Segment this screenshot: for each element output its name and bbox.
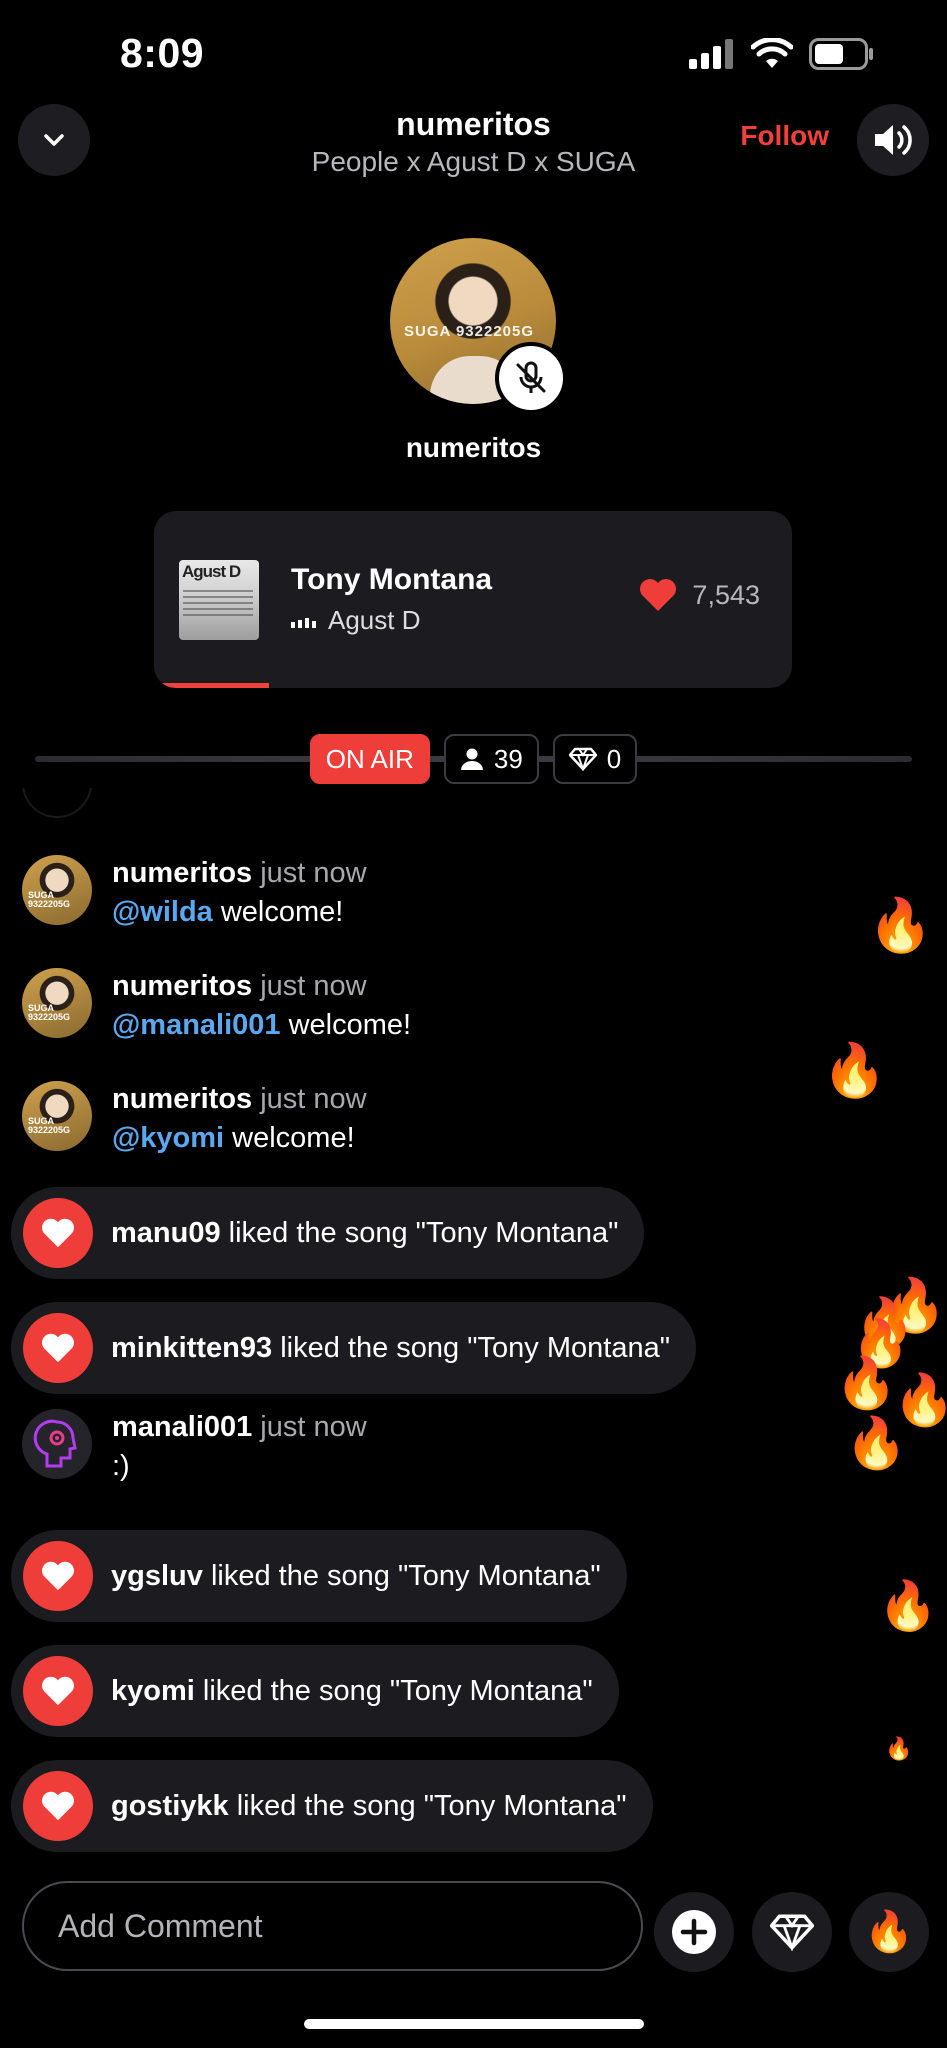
wifi-icon	[751, 38, 793, 68]
album-art: Agust D	[179, 560, 259, 640]
signal-icon	[689, 39, 733, 69]
gift-diamond-button[interactable]	[752, 1892, 832, 1972]
chat-text: welcome!	[220, 896, 344, 928]
chat-text: welcome!	[288, 1009, 412, 1041]
avatar[interactable]: SUGA 9322205G	[22, 855, 92, 925]
on-air-badge: ON AIR	[309, 734, 430, 784]
status-icons	[689, 38, 875, 70]
heart-icon	[42, 1561, 74, 1591]
fire-reaction-button[interactable]: 🔥	[849, 1892, 929, 1972]
diamond-icon	[568, 747, 597, 771]
fire-reaction-icon: 🔥	[868, 897, 933, 955]
speaker-icon	[875, 125, 912, 155]
chat-username[interactable]: numeritos	[112, 1083, 252, 1115]
heart-badge	[23, 1656, 93, 1726]
fire-reaction-icon: 🔥	[822, 1042, 887, 1100]
host-avatar-watermark: SUGA 9322205G	[404, 323, 535, 340]
fire-reaction-icon: 🔥	[885, 1736, 913, 1761]
like-username[interactable]: gostiykk	[111, 1790, 229, 1822]
comment-input[interactable]	[22, 1881, 643, 1971]
like-username[interactable]: kyomi	[111, 1675, 195, 1707]
like-username[interactable]: manu09	[111, 1217, 221, 1249]
avatar[interactable]: SUGA 9322205G	[22, 968, 92, 1038]
like-activity: ygsluv liked the song "Tony Montana"	[11, 1530, 627, 1622]
diamond-icon	[770, 1914, 814, 1951]
diamond-count-pill[interactable]: 0	[552, 734, 638, 784]
like-text: liked the song "Tony Montana"	[280, 1331, 671, 1364]
mute-badge	[495, 342, 567, 414]
chat-mention[interactable]: @manali001	[112, 1009, 281, 1041]
chat-mention[interactable]: @kyomi	[112, 1122, 224, 1154]
chat-text: welcome!	[232, 1122, 355, 1154]
heart-icon	[42, 1218, 74, 1248]
heart-icon	[42, 1333, 74, 1363]
chat-time: just now	[260, 857, 367, 889]
plus-icon	[672, 1910, 716, 1954]
fire-icon: 🔥	[864, 1910, 914, 1954]
chat-username[interactable]: manali001	[112, 1411, 252, 1443]
volume-button[interactable]	[857, 104, 929, 176]
like-text: liked the song "Tony Montana"	[210, 1559, 601, 1592]
song-title: Tony Montana	[291, 563, 493, 596]
like-username[interactable]: minkitten93	[111, 1332, 272, 1364]
fire-reaction-icon: 🔥	[835, 1355, 898, 1411]
person-icon	[460, 748, 483, 770]
avatar[interactable]: SUGA 9322205G	[22, 1081, 92, 1151]
like-text: liked the song "Tony Montana"	[202, 1674, 593, 1707]
equalizer-icon	[291, 614, 316, 628]
heart-icon	[42, 1791, 74, 1821]
song-progress-bar	[154, 683, 269, 688]
like-activity: kyomi liked the song "Tony Montana"	[11, 1645, 619, 1737]
add-button[interactable]	[654, 1892, 734, 1972]
listener-count-pill[interactable]: 39	[443, 734, 539, 784]
chat-time: just now	[260, 1411, 367, 1443]
heart-badge	[23, 1198, 93, 1268]
fire-reaction-icon: 🔥	[878, 1580, 938, 1633]
mic-off-icon	[516, 361, 546, 393]
like-activity: gostiykk liked the song "Tony Montana"	[11, 1760, 653, 1852]
heart-badge	[23, 1771, 93, 1841]
song-artist-row: Agust D	[291, 605, 421, 636]
chat-username[interactable]: numeritos	[112, 857, 252, 889]
host-name: numeritos	[405, 432, 542, 463]
battery-icon	[809, 38, 873, 70]
diamond-count: 0	[606, 743, 622, 774]
listener-count: 39	[493, 743, 523, 774]
brain-head-icon	[33, 1419, 77, 1468]
chat-mention[interactable]: @wilda	[112, 896, 213, 928]
on-air-label: ON AIR	[325, 743, 414, 774]
heart-icon	[42, 1676, 74, 1706]
song-like-count: 7,543	[692, 579, 760, 610]
like-activity: manu09 liked the song "Tony Montana"	[11, 1187, 645, 1279]
fire-reaction-icon: 🔥	[845, 1415, 908, 1471]
song-like-button[interactable]: 7,543	[638, 577, 760, 613]
chat-text: :)	[112, 1450, 130, 1482]
avatar[interactable]	[22, 1409, 92, 1479]
album-art-title: Agust D	[182, 562, 241, 581]
home-indicator	[304, 2019, 644, 2029]
chat-time: just now	[260, 970, 367, 1002]
now-playing-card[interactable]: Agust D Tony Montana Agust D 7,543	[154, 511, 792, 688]
chat-time: just now	[260, 1083, 367, 1115]
like-activity: minkitten93 liked the song "Tony Montana…	[11, 1302, 697, 1394]
chat-faded-row	[22, 788, 322, 818]
status-time: 8:09	[120, 30, 205, 76]
like-username[interactable]: ygsluv	[111, 1560, 203, 1592]
like-text: liked the song "Tony Montana"	[236, 1789, 627, 1822]
heart-badge	[23, 1541, 93, 1611]
chat-username[interactable]: numeritos	[112, 970, 252, 1002]
song-artist: Agust D	[328, 605, 421, 635]
like-text: liked the song "Tony Montana"	[228, 1216, 619, 1249]
live-stats: ON AIR 39 0	[0, 734, 947, 784]
follow-button[interactable]: Follow	[740, 120, 829, 152]
heart-badge	[23, 1313, 93, 1383]
heart-icon	[640, 579, 677, 611]
